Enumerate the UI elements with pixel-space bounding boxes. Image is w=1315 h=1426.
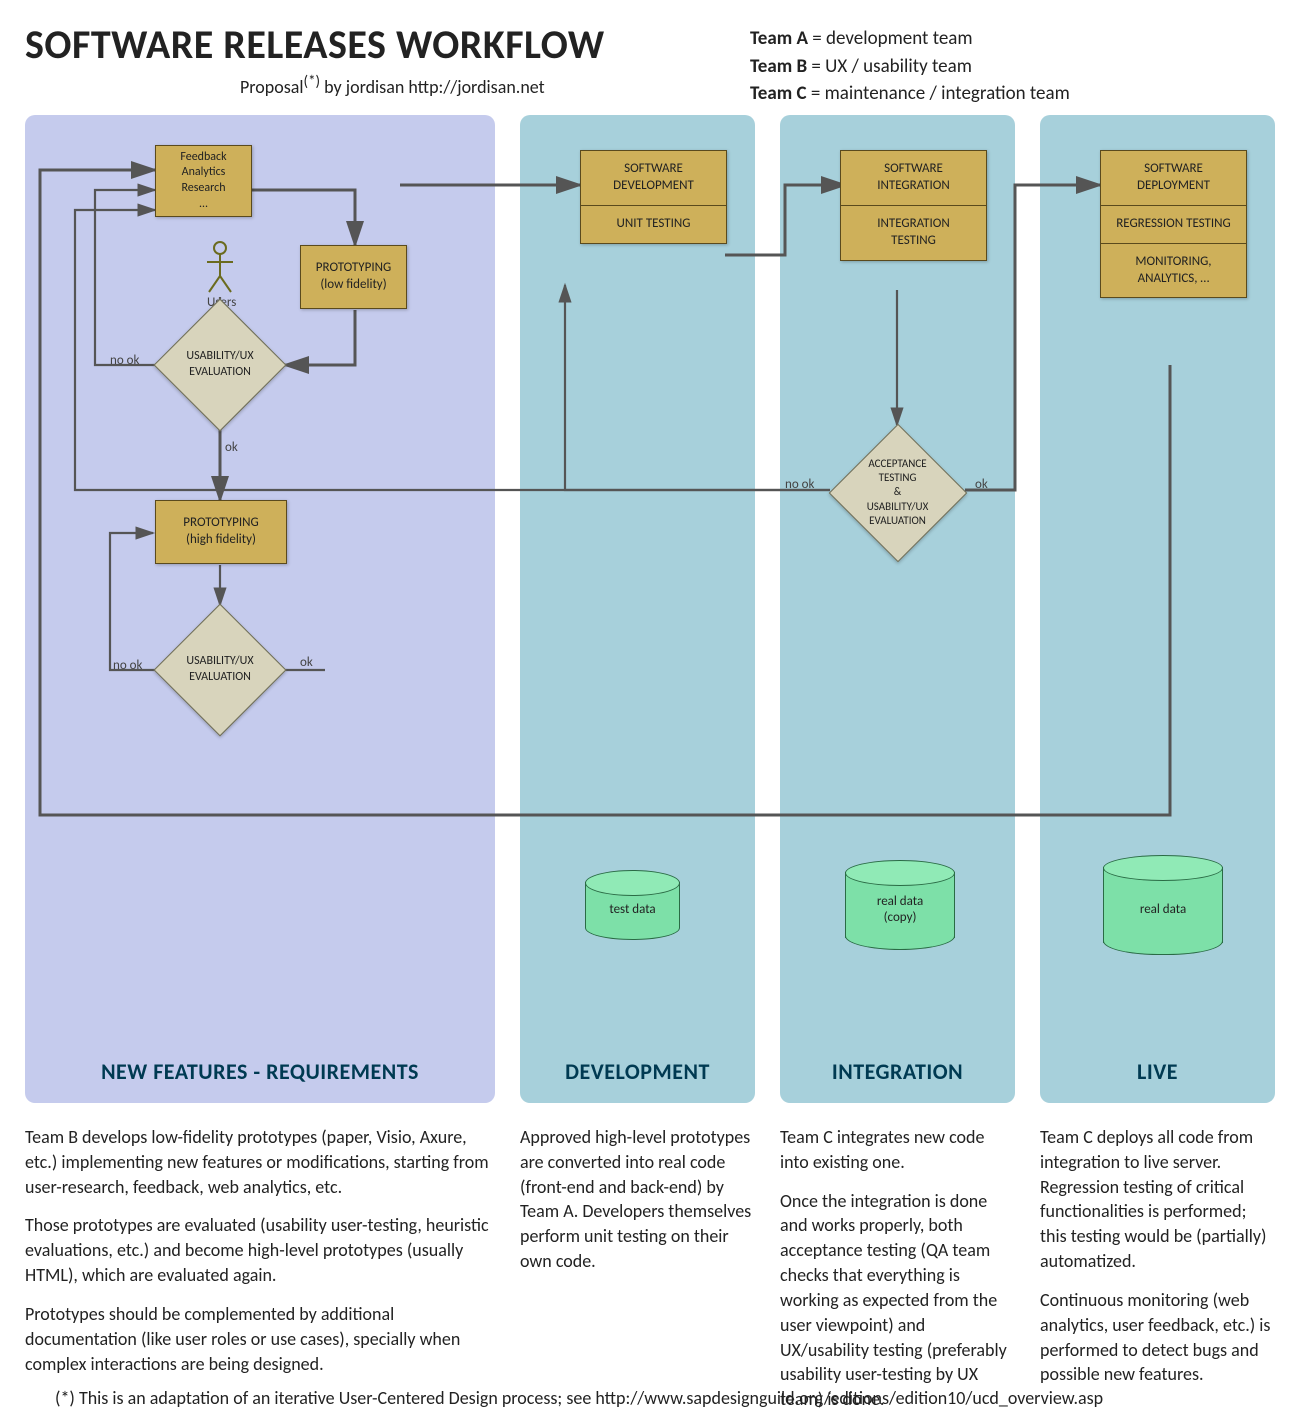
node-prototyping-high: PROTOTYPING(high fidelity) (155, 500, 287, 564)
node-monitoring: MONITORING,ANALYTICS, … (1101, 243, 1246, 298)
workflow-diagram: SOFTWARE RELEASES WORKFLOW Proposal(*) b… (0, 0, 1315, 1425)
edge-ok-3: ok (975, 477, 988, 492)
edge-ok-2: ok (300, 655, 313, 670)
node-ux-eval-1: USABILITY/UXEVALUATION (155, 300, 285, 430)
d2-p1: Approved high-level prototypes are conve… (520, 1125, 755, 1274)
legend-c-desc: = maintenance / integration team (807, 82, 1070, 105)
subtitle-by: by jordisan (320, 76, 408, 98)
node-development-stack: SOFTWAREDEVELOPMENT UNIT TESTING (580, 150, 727, 244)
node-prototyping-low: PROTOTYPING(low fidelity) (300, 245, 407, 309)
node-feedback: FeedbackAnalyticsResearch… (155, 145, 252, 217)
lane1-title: NEW FEATURES - REQUIREMENTS (25, 1058, 495, 1085)
node-integration-testing: INTEGRATIONTESTING (841, 205, 986, 260)
legend-b-desc: = UX / usability team (807, 55, 972, 78)
acceptance-text: ACCEPTANCETESTING&USABILITY/UXEVALUATION (830, 425, 965, 560)
lane-development: DEVELOPMENT (520, 115, 755, 1103)
d1-p3: Prototypes should be complemented by add… (25, 1302, 495, 1376)
lane-descriptions: Team B develops low-fidelity prototypes … (25, 1125, 1290, 1426)
node-unit-testing: UNIT TESTING (581, 205, 726, 243)
legend-c-label: Team C (750, 82, 807, 105)
d4-p2: Continuous monitoring (web analytics, us… (1040, 1288, 1275, 1387)
edge-no-ok-2: no ok (113, 658, 142, 673)
node-software-deployment: SOFTWAREDEPLOYMENT (1101, 151, 1246, 205)
lane4-title: LIVE (1040, 1058, 1275, 1085)
cylinder-real-data-copy: real data(copy) (845, 860, 955, 950)
legend-a-label: Team A (750, 27, 808, 50)
footnote: (*) This is an adaptation of an iterativ… (55, 1387, 1103, 1409)
subtitle-prefix: Proposal (240, 76, 304, 98)
edge-no-ok-3: no ok (785, 477, 814, 492)
lane2-title: DEVELOPMENT (520, 1058, 755, 1085)
team-legend: Team A = development team Team B = UX / … (750, 25, 1070, 108)
d1-p2: Those prototypes are evaluated (usabilit… (25, 1213, 495, 1287)
cylinder-test-data: test data (585, 870, 680, 940)
ux-eval-2-text: USABILITY/UXEVALUATION (155, 605, 285, 735)
desc-live: Team C deploys all code from integration… (1040, 1125, 1275, 1426)
d3-p1: Team C integrates new code into existing… (780, 1125, 1015, 1175)
subtitle-url: http://jordisan.net (408, 76, 544, 98)
desc-development: Approved high-level prototypes are conve… (520, 1125, 755, 1426)
legend-b-label: Team B (750, 55, 807, 78)
node-integration-stack: SOFTWAREINTEGRATION INTEGRATIONTESTING (840, 150, 987, 261)
node-live-stack: SOFTWAREDEPLOYMENT REGRESSION TESTING MO… (1100, 150, 1247, 298)
ux-eval-1-text: USABILITY/UXEVALUATION (155, 300, 285, 430)
desc-requirements: Team B develops low-fidelity prototypes … (25, 1125, 495, 1426)
d3-p2: Once the integration is done and works p… (780, 1189, 1015, 1412)
cyl-real-text: real data (1103, 865, 1223, 955)
subtitle-sup: (*) (304, 73, 321, 91)
lane3-title: INTEGRATION (780, 1058, 1015, 1085)
node-ux-eval-2: USABILITY/UXEVALUATION (155, 605, 285, 735)
d1-p1: Team B develops low-fidelity prototypes … (25, 1125, 495, 1199)
cyl-copy-text: real data(copy) (845, 870, 955, 950)
node-software-integration: SOFTWAREINTEGRATION (841, 151, 986, 205)
edge-ok-1: ok (225, 440, 238, 455)
lane-integration: INTEGRATION (780, 115, 1015, 1103)
node-acceptance-testing: ACCEPTANCETESTING&USABILITY/UXEVALUATION (830, 425, 965, 560)
desc-integration: Team C integrates new code into existing… (780, 1125, 1015, 1426)
cyl-test-text: test data (585, 880, 680, 940)
swimlanes: NEW FEATURES - REQUIREMENTS DEVELOPMENT … (25, 115, 1290, 1103)
cylinder-real-data: real data (1103, 855, 1223, 955)
actor-users-icon (203, 240, 237, 295)
edge-no-ok-1: no ok (110, 353, 139, 368)
node-regression-testing: REGRESSION TESTING (1101, 205, 1246, 243)
page-title: SOFTWARE RELEASES WORKFLOW (25, 20, 1290, 69)
d4-p1: Team C deploys all code from integration… (1040, 1125, 1275, 1274)
node-software-development: SOFTWAREDEVELOPMENT (581, 151, 726, 205)
legend-a-desc: = development team (808, 27, 973, 50)
